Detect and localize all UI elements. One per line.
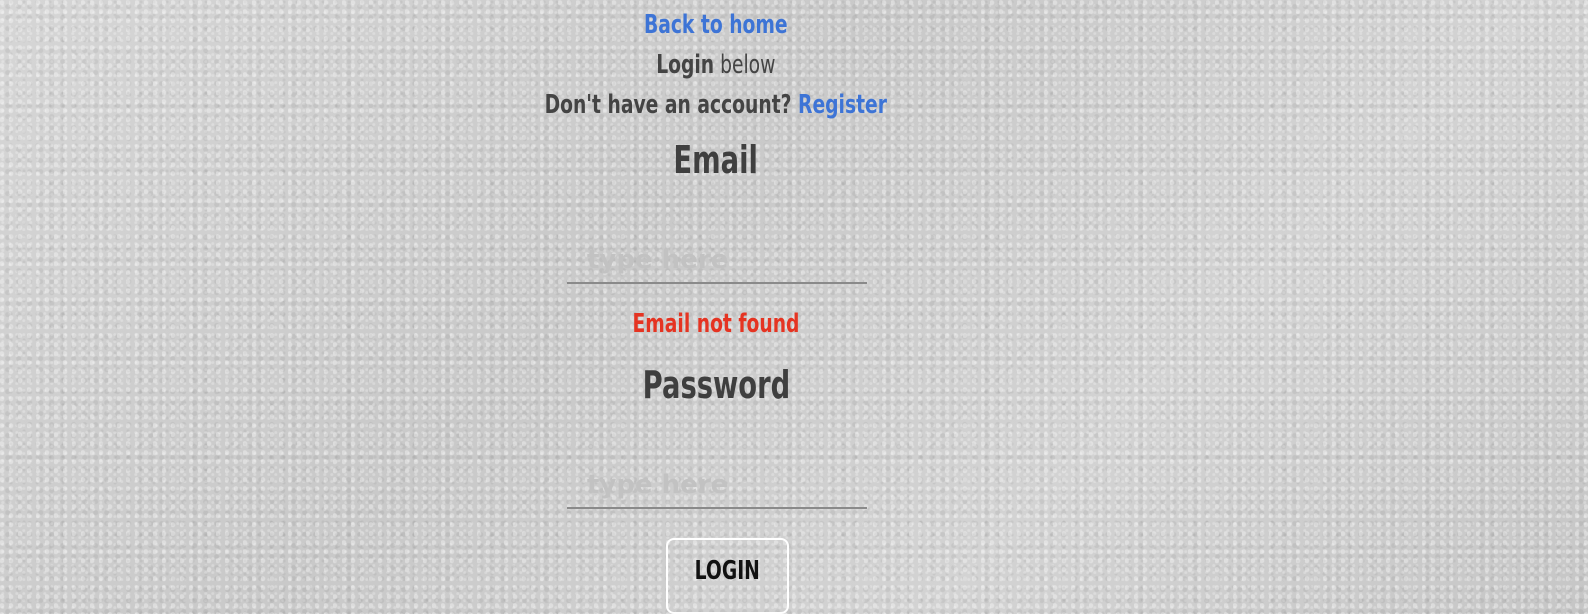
login-heading: Login below <box>0 50 1432 80</box>
email-error-row: Email not found <box>0 309 1432 339</box>
back-link-row: Back to home <box>0 10 1432 40</box>
password-label: Password <box>642 363 790 407</box>
email-field[interactable] <box>567 238 867 282</box>
password-field[interactable] <box>567 463 867 507</box>
email-label: Email <box>673 138 759 182</box>
no-account-text: Don't have an account? <box>544 90 799 120</box>
register-prompt-text: Don't have an account? Register <box>545 90 887 120</box>
login-button[interactable]: LOGIN <box>666 538 789 614</box>
page-frame: Back to home Login below Don't have an a… <box>0 4 1568 614</box>
register-link[interactable]: Register <box>798 90 887 120</box>
login-heading-rest: below <box>714 50 776 80</box>
login-button-label: LOGIN <box>694 555 761 586</box>
login-heading-text: Login below <box>656 50 775 80</box>
password-field-wrapper <box>567 463 867 509</box>
email-field-wrapper <box>567 238 867 284</box>
email-error-message: Email not found <box>632 309 800 339</box>
back-to-home-link[interactable]: Back to home <box>644 10 788 40</box>
login-heading-bold: Login <box>656 50 715 80</box>
register-prompt: Don't have an account? Register <box>0 90 1432 120</box>
password-label-row: Password <box>0 363 1432 407</box>
email-label-row: Email <box>0 138 1432 182</box>
